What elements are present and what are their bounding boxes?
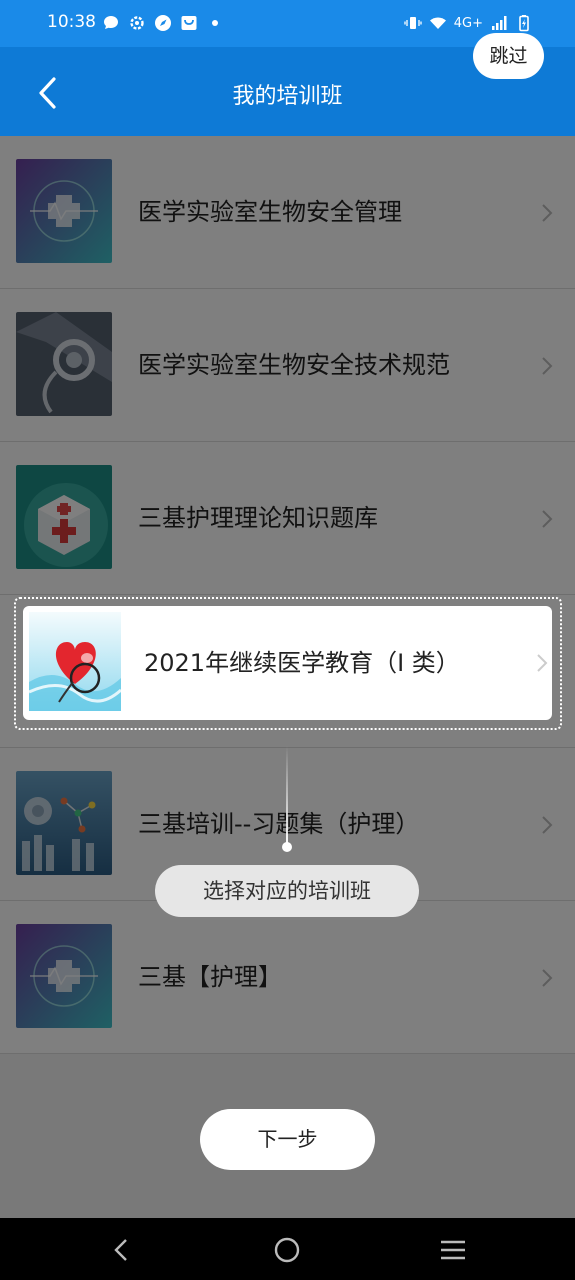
guide-dot bbox=[282, 842, 292, 852]
vibrate-icon bbox=[404, 17, 422, 29]
highlighted-course-item[interactable]: 2021年继续医学教育（I 类） bbox=[23, 606, 552, 720]
notification-icons bbox=[102, 13, 224, 33]
nav-menu-icon[interactable] bbox=[438, 1235, 468, 1265]
chevron-right-icon bbox=[537, 654, 548, 672]
system-icons: 4G+ bbox=[404, 13, 533, 33]
status-time: 10:38 bbox=[47, 12, 96, 32]
guide-tip: 选择对应的培训班 bbox=[155, 865, 419, 917]
signal-icon bbox=[492, 16, 507, 30]
settings-icon bbox=[130, 16, 144, 30]
compass-icon bbox=[155, 15, 171, 31]
navigation-bar bbox=[0, 1218, 575, 1280]
bag-icon bbox=[181, 16, 197, 30]
chat-icon bbox=[104, 16, 118, 29]
nav-home-icon[interactable] bbox=[272, 1235, 302, 1265]
network-type: 4G+ bbox=[453, 15, 483, 31]
nav-back-icon[interactable] bbox=[107, 1235, 137, 1265]
course-thumbnail-heart-stethoscope bbox=[29, 612, 121, 711]
page-title: 我的培训班 bbox=[232, 84, 343, 109]
next-step-button[interactable]: 下一步 bbox=[200, 1109, 375, 1170]
battery-charging-icon bbox=[519, 15, 529, 32]
skip-button[interactable]: 跳过 bbox=[473, 33, 544, 79]
course-title: 2021年继续医学教育（I 类） bbox=[144, 649, 460, 677]
dot-icon bbox=[212, 20, 218, 26]
wifi-icon bbox=[429, 17, 446, 29]
guide-line bbox=[286, 746, 288, 846]
